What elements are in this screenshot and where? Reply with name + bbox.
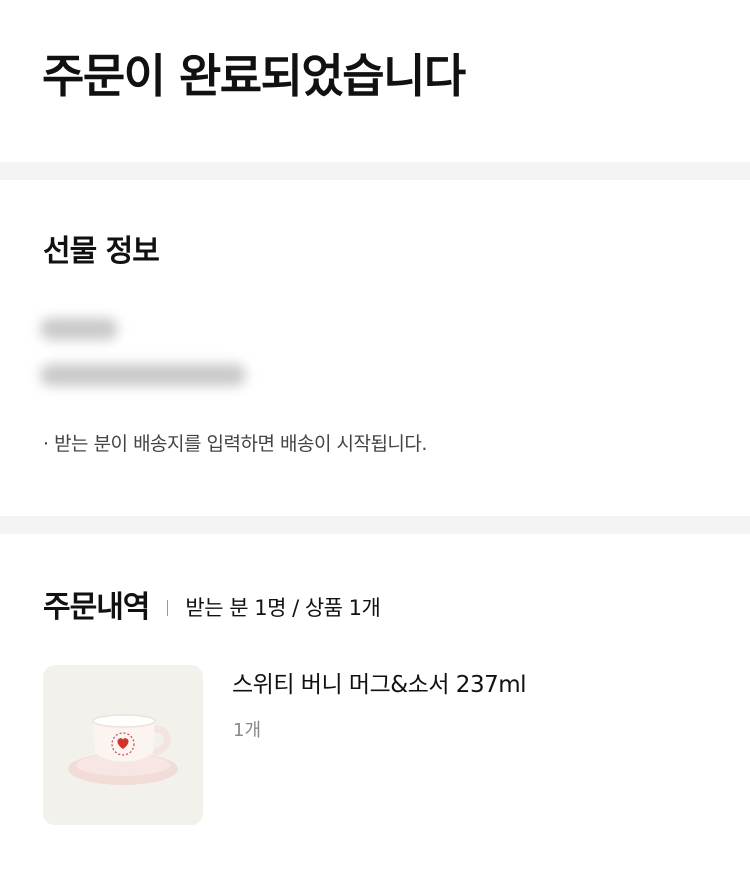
recipient-name-redacted bbox=[40, 318, 118, 340]
order-history-header: 주문내역 받는 분 1명 / 상품 1개 bbox=[43, 586, 381, 630]
recipient-phone-redacted bbox=[40, 364, 246, 386]
product-name[interactable]: 스위티 버니 머그&소서 237ml bbox=[232, 668, 527, 702]
section-divider bbox=[0, 516, 750, 534]
header-separator bbox=[167, 600, 169, 616]
section-divider bbox=[0, 162, 750, 180]
mug-saucer-icon bbox=[43, 665, 203, 825]
order-history-section: 주문내역 받는 분 1명 / 상품 1개 스위티 버니 머그&소서 237ml … bbox=[0, 534, 750, 870]
order-summary: 받는 분 1명 / 상품 1개 bbox=[185, 596, 381, 620]
delivery-notice: · 받는 분이 배송지를 입력하면 배송이 시작됩니다. bbox=[43, 433, 427, 455]
gift-info-section: 선물 정보 · 받는 분이 배송지를 입력하면 배송이 시작됩니다. bbox=[0, 180, 750, 516]
order-complete-page: 주문이 완료되었습니다 선물 정보 · 받는 분이 배송지를 입력하면 배송이 … bbox=[0, 0, 750, 870]
product-thumbnail[interactable] bbox=[43, 665, 203, 825]
page-title: 주문이 완료되었습니다 bbox=[42, 49, 466, 103]
product-quantity: 1개 bbox=[233, 720, 262, 741]
gift-info-title: 선물 정보 bbox=[43, 234, 160, 269]
title-section: 주문이 완료되었습니다 bbox=[0, 0, 750, 162]
order-history-title: 주문내역 bbox=[43, 590, 150, 625]
